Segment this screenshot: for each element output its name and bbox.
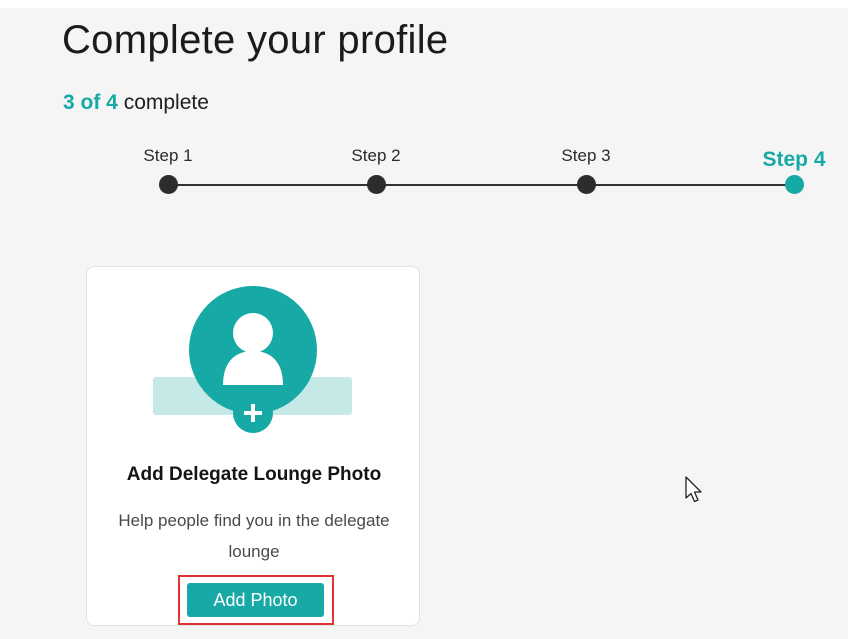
step-3-dot [576,175,596,194]
progress-suffix: complete [117,91,209,114]
progress-summary: 3 of 4 complete [63,91,209,115]
step-4-dot [784,175,804,194]
step-3-label: Step 3 [561,146,611,165]
add-photo-card: Add Delegate Lounge Photo Help people fi… [86,266,420,626]
card-description: Help people find you in the delegate lou… [118,511,390,561]
top-strip [0,0,848,8]
mouse-pointer-icon [685,476,702,503]
step-1-dot [158,175,178,194]
step-2-dot [366,175,386,194]
add-photo-button[interactable]: Add Photo [187,583,324,617]
user-avatar-plus-icon [153,286,352,433]
step-2-label: Step 2 [351,146,401,165]
card-title: Add Delegate Lounge Photo [126,464,382,485]
page-title: Complete your profile [62,18,449,62]
step-1-label: Step 1 [143,146,193,165]
progress-count: 3 of 4 [63,91,118,114]
button-highlight-frame: Add Photo [178,575,334,625]
stepper-track [168,184,794,186]
step-4-label: Step 4 [762,148,826,171]
